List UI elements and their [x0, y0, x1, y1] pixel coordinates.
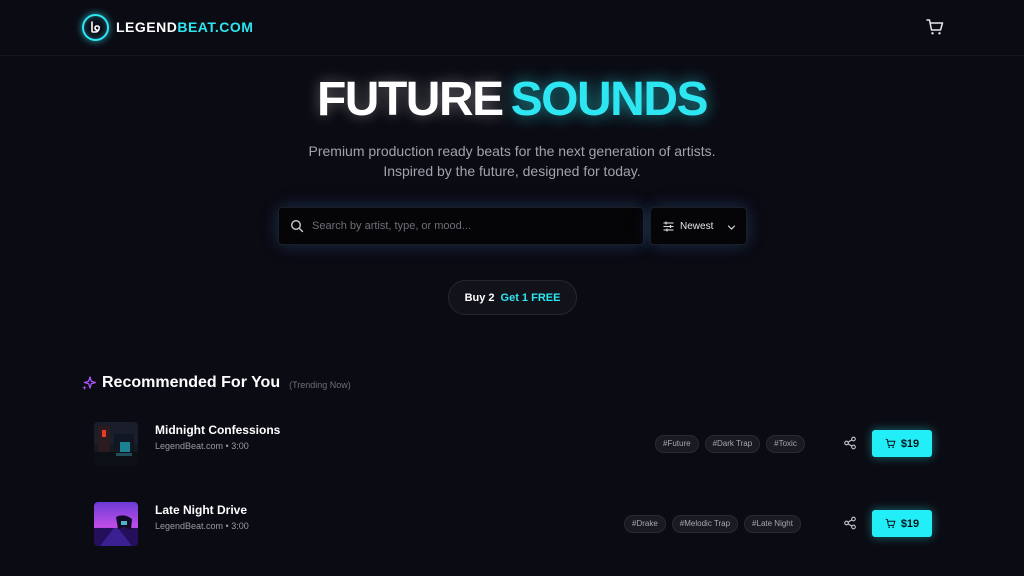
beat-tags: #Drake #Melodic Trap #Late Night [624, 515, 801, 533]
beat-tags: #Future #Dark Trap #Toxic [655, 435, 805, 453]
hero-title-white: FUTURE [316, 73, 504, 126]
beat-cover-image[interactable] [94, 502, 138, 546]
beat-meta: LegendBeat.com • 3:00 [155, 521, 249, 531]
beat-row[interactable]: Late Night Drive LegendBeat.com • 3:00 #… [82, 502, 942, 572]
section-title: Recommended For You [102, 374, 281, 391]
hero-subtitle: Premium production ready beats for the n… [308, 143, 716, 179]
beat-meta: LegendBeat.com • 3:00 [155, 441, 249, 451]
cart-icon [885, 518, 896, 528]
promo-button[interactable]: Buy 2 Get 1 FREE [448, 280, 577, 315]
cart-icon [885, 438, 896, 448]
beat-row[interactable]: Midnight Confessions LegendBeat.com • 3:… [82, 422, 942, 492]
share-icon[interactable] [843, 516, 857, 530]
tag-pill[interactable]: #Late Night [744, 515, 801, 533]
search-box [278, 207, 644, 245]
price-label: $19 [900, 437, 920, 450]
tag-pill[interactable]: #Dark Trap [704, 435, 761, 453]
tag-pill[interactable]: #Drake [624, 515, 666, 533]
page: LEGENDBEAT.COM FUTURE SOUNDS Premium prod… [0, 0, 1024, 576]
promo-highlight: Get 1 FREE [500, 291, 561, 304]
search-input[interactable] [312, 208, 643, 244]
sliders-icon [663, 221, 674, 231]
price-label: $19 [900, 517, 920, 530]
recommended-heading: Recommended For You (Trending Now) [81, 373, 351, 393]
section-subtitle: (Trending Now) [289, 379, 351, 390]
tag-pill[interactable]: #Melodic Trap [671, 515, 739, 533]
buy-button[interactable]: $19 [872, 430, 932, 457]
sort-selected-label: Newest [680, 220, 714, 232]
beat-title[interactable]: Midnight Confessions [155, 423, 280, 437]
brand-name: LEGENDBEAT.COM [116, 19, 253, 35]
brand-logo[interactable]: LEGENDBEAT.COM [82, 13, 253, 41]
hero-title: FUTURE SOUNDS [0, 72, 1024, 128]
cart-icon[interactable] [925, 17, 945, 37]
buy-button[interactable]: $19 [872, 510, 932, 537]
brand-name-part2: BEAT.COM [177, 19, 254, 35]
tag-pill[interactable]: #Future [655, 435, 699, 453]
share-icon[interactable] [843, 436, 857, 450]
site-header: LEGENDBEAT.COM [0, 0, 1024, 56]
beat-cover-image[interactable] [94, 422, 138, 466]
logo-icon [82, 13, 109, 41]
chevron-down-icon [727, 225, 736, 230]
promo-text: Buy 2 [464, 291, 495, 304]
hero-title-cyan: SOUNDS [510, 73, 709, 126]
sparkle-icon [82, 376, 97, 391]
tag-pill[interactable]: #Toxic [766, 435, 805, 453]
brand-name-part1: LEGEND [116, 19, 178, 35]
search-icon [290, 219, 304, 233]
sort-dropdown[interactable]: Newest [650, 207, 747, 245]
beat-title[interactable]: Late Night Drive [155, 503, 247, 517]
